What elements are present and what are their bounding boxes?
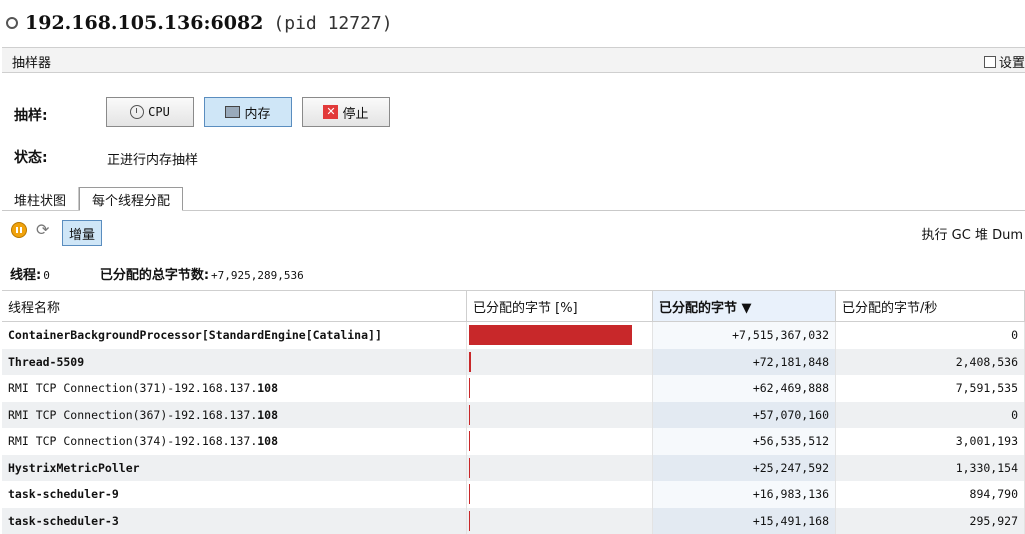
allocated-per-second-cell: 3,001,193 — [836, 428, 1025, 455]
allocated-bytes-cell: +15,491,168 — [653, 508, 836, 534]
table-row[interactable]: task-scheduler-9 +16,983,136894,790 — [2, 481, 1025, 508]
table-row[interactable]: ContainerBackgroundProcessor[StandardEng… — [2, 322, 1025, 349]
thread-allocations-table: 线程名称 已分配的字节 [%] 已分配的字节 ▼ 已分配的字节/秒 Contai… — [2, 290, 1025, 534]
allocated-per-second-cell: 1,330,154 — [836, 455, 1025, 482]
allocated-per-second-cell: 894,790 — [836, 481, 1025, 508]
thread-name-cell: task-scheduler-9 — [2, 481, 467, 508]
total-bytes-value: +7,925,289,536 — [211, 269, 304, 282]
delta-toggle-button[interactable]: 增量 — [62, 220, 102, 246]
allocation-percent-bar — [469, 352, 471, 372]
window-title: 192.168.105.136:6082 (pid 12727) — [6, 10, 393, 36]
allocated-per-second-cell: 0 — [836, 322, 1025, 349]
table-body: ContainerBackgroundProcessor[StandardEng… — [2, 322, 1025, 534]
allocated-bytes-cell: +57,070,160 — [653, 402, 836, 429]
stop-icon: ✕ — [323, 105, 338, 119]
thread-name-prefix: RMI TCP Connection(371)-192.168.137. — [8, 381, 257, 395]
allocated-bytes-cell: +16,983,136 — [653, 481, 836, 508]
cpu-sample-button[interactable]: CPU — [106, 97, 194, 127]
settings-label: 设置 — [999, 52, 1025, 71]
sampler-section-header: 抽样器 设置 — [2, 47, 1025, 73]
allocation-percent-bar — [469, 511, 470, 531]
thread-name-cell: HystrixMetricPoller — [2, 455, 467, 482]
thread-name: task-scheduler-9 — [8, 487, 119, 501]
thread-name: 108 — [257, 381, 278, 395]
thread-name-prefix: RMI TCP Connection(374)-192.168.137. — [8, 434, 257, 448]
allocated-per-second-cell: 295,927 — [836, 508, 1025, 534]
table-row[interactable]: HystrixMetricPoller +25,247,5921,330,154 — [2, 455, 1025, 482]
threads-count: 0 — [43, 269, 50, 282]
total-bytes-label: 已分配的总字节数: — [100, 264, 209, 283]
allocated-per-second-cell: 7,591,535 — [836, 375, 1025, 402]
allocated-bytes-cell: +72,181,848 — [653, 349, 836, 376]
sampler-title: 抽样器 — [12, 52, 51, 71]
table-row[interactable]: RMI TCP Connection(371)-192.168.137.108 +… — [2, 375, 1025, 402]
pause-icon[interactable] — [11, 222, 27, 238]
column-allocated-per-second[interactable]: 已分配的字节/秒 — [836, 291, 1025, 321]
table-row[interactable]: RMI TCP Connection(374)-192.168.137.108 +… — [2, 428, 1025, 455]
allocated-bytes-cell: +56,535,512 — [653, 428, 836, 455]
allocation-percent-bar — [469, 378, 470, 398]
thread-name-cell: task-scheduler-3 — [2, 508, 467, 534]
column-allocated-bytes[interactable]: 已分配的字节 ▼ — [653, 291, 836, 321]
percent-bar-cell — [467, 402, 653, 429]
thread-name: Thread-5509 — [8, 355, 84, 369]
percent-bar-cell — [467, 481, 653, 508]
process-status-icon — [6, 17, 18, 29]
memory-sample-button[interactable]: 内存 — [204, 97, 292, 127]
thread-name-cell: RMI TCP Connection(367)-192.168.137.108 — [2, 402, 467, 429]
allocated-bytes-cell: +7,515,367,032 — [653, 322, 836, 349]
column-allocated-percent[interactable]: 已分配的字节 [%] — [467, 291, 653, 321]
allocation-percent-bar — [469, 325, 632, 345]
allocation-percent-bar — [469, 405, 470, 425]
thread-name: ContainerBackgroundProcessor[StandardEng… — [8, 328, 382, 342]
table-row[interactable]: Thread-5509 +72,181,8482,408,536 — [2, 349, 1025, 376]
allocation-percent-bar — [469, 484, 470, 504]
percent-bar-cell — [467, 508, 653, 534]
stop-button[interactable]: ✕ 停止 — [302, 97, 390, 127]
refresh-icon[interactable]: ⟳ — [36, 222, 52, 238]
gc-heapdump-actions[interactable]: 执行 GC 堆 Dum — [922, 224, 1023, 243]
table-header: 线程名称 已分配的字节 [%] 已分配的字节 ▼ 已分配的字节/秒 — [2, 290, 1025, 322]
percent-bar-cell — [467, 428, 653, 455]
allocated-per-second-cell: 2,408,536 — [836, 349, 1025, 376]
thread-name-cell: ContainerBackgroundProcessor[StandardEng… — [2, 322, 467, 349]
allocation-percent-bar — [469, 458, 470, 478]
allocated-bytes-cell: +25,247,592 — [653, 455, 836, 482]
memory-icon — [225, 106, 240, 118]
process-id: (pid 12727) — [273, 13, 392, 34]
percent-bar-cell — [467, 375, 653, 402]
tab-heap-histogram[interactable]: 堆柱状图 — [2, 187, 79, 211]
thread-name: HystrixMetricPoller — [8, 461, 140, 475]
allocated-bytes-cell: +62,469,888 — [653, 375, 836, 402]
thread-name: 108 — [257, 434, 278, 448]
sample-label: 抽样: — [14, 105, 48, 125]
column-thread-name[interactable]: 线程名称 — [2, 291, 467, 321]
thread-name: 108 — [257, 408, 278, 422]
tab-per-thread-allocations[interactable]: 每个线程分配 — [79, 187, 183, 211]
status-value: 正进行内存抽样 — [107, 149, 198, 168]
settings-toggle[interactable]: 设置 — [984, 52, 1025, 71]
thread-name-cell: Thread-5509 — [2, 349, 467, 376]
clock-icon — [130, 105, 144, 119]
thread-name-cell: RMI TCP Connection(371)-192.168.137.108 — [2, 375, 467, 402]
table-row[interactable]: RMI TCP Connection(367)-192.168.137.108 +… — [2, 402, 1025, 429]
thread-name-cell: RMI TCP Connection(374)-192.168.137.108 — [2, 428, 467, 455]
host-address: 192.168.105.136:6082 — [25, 12, 263, 34]
allocation-percent-bar — [469, 431, 470, 451]
percent-bar-cell — [467, 322, 653, 349]
thread-name: task-scheduler-3 — [8, 514, 119, 528]
threads-label: 线程: — [10, 264, 41, 283]
thread-name-prefix: RMI TCP Connection(367)-192.168.137. — [8, 408, 257, 422]
allocated-per-second-cell: 0 — [836, 402, 1025, 429]
status-label: 状态: — [14, 147, 48, 167]
percent-bar-cell — [467, 349, 653, 376]
percent-bar-cell — [467, 455, 653, 482]
settings-checkbox[interactable] — [984, 56, 996, 68]
table-row[interactable]: task-scheduler-3 +15,491,168295,927 — [2, 508, 1025, 534]
allocation-stats: 线程: 0 已分配的总字节数: +7,925,289,536 — [10, 264, 304, 283]
